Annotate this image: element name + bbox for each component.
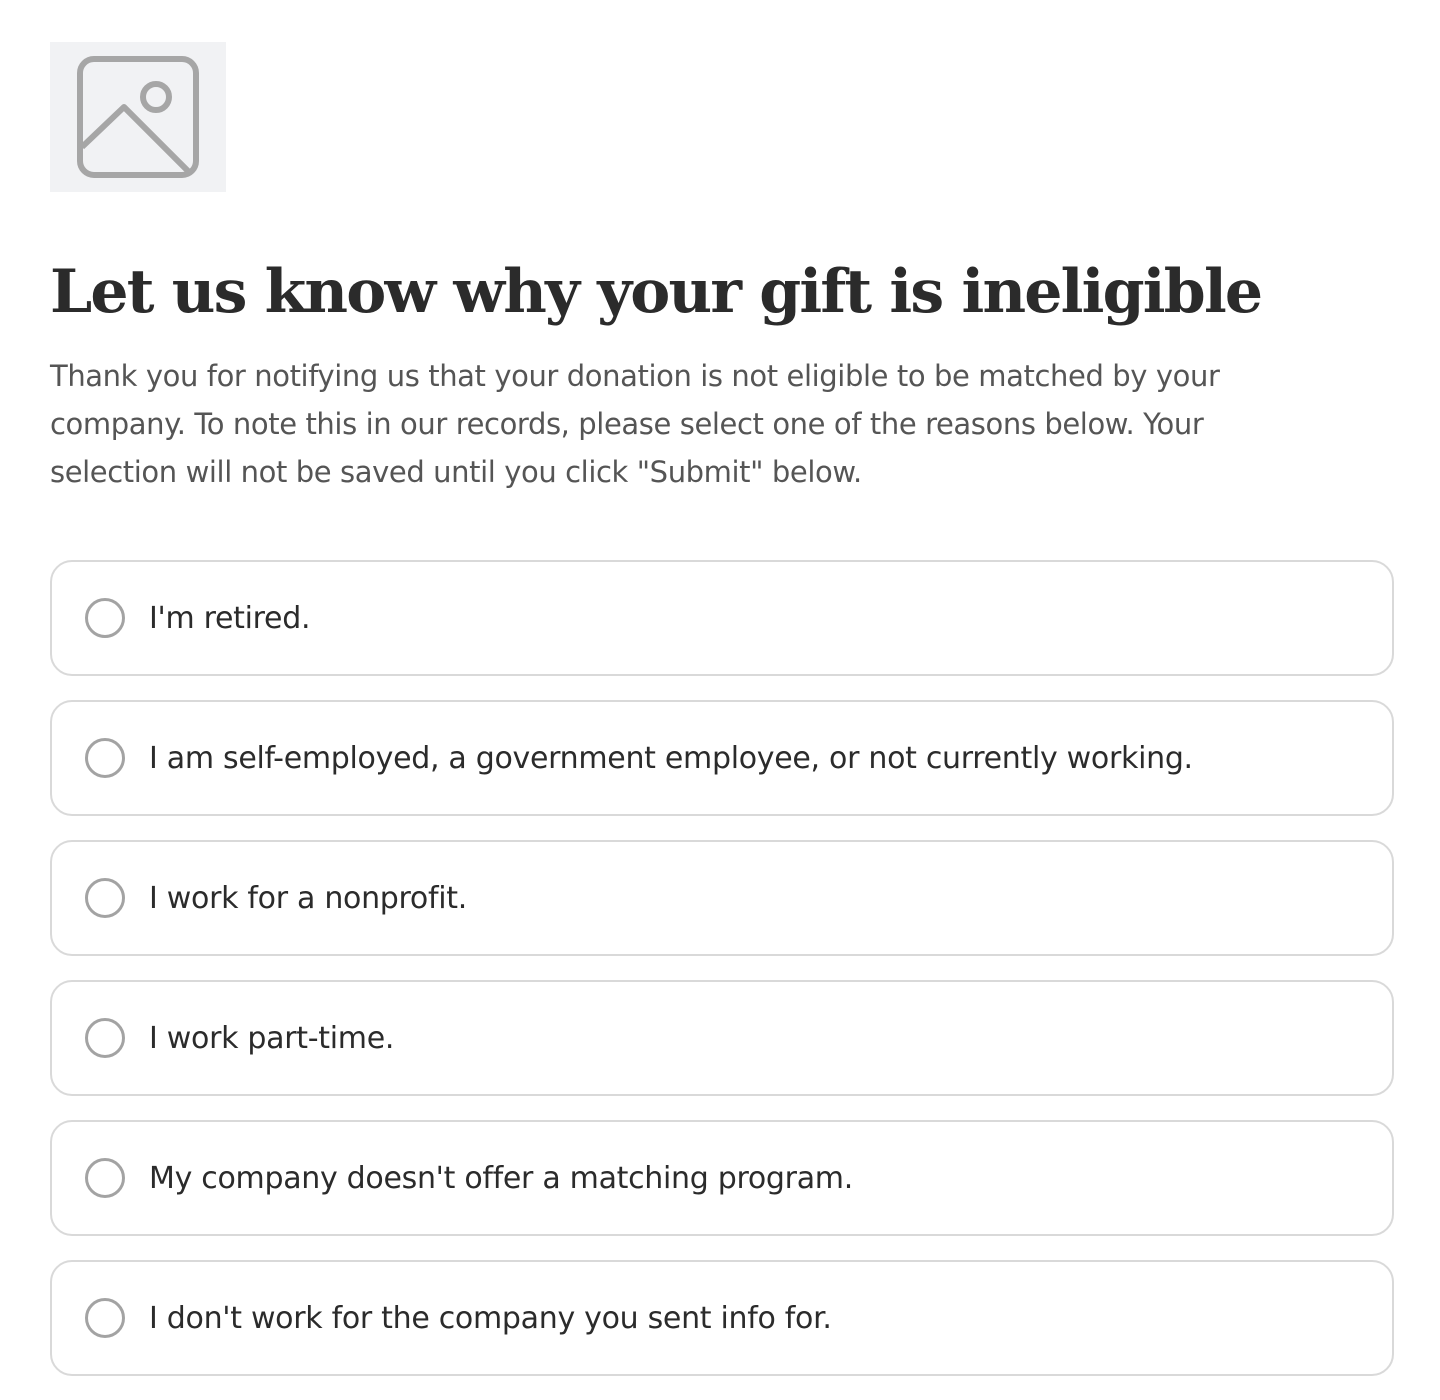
- page-title: Let us know why your gift is ineligible: [50, 257, 1263, 327]
- radio-button[interactable]: [85, 1158, 125, 1198]
- logo-placeholder: [50, 42, 226, 192]
- image-placeholder-icon: [77, 56, 199, 178]
- reason-label: I don't work for the company you sent in…: [149, 1300, 832, 1336]
- reason-label: I work part-time.: [149, 1020, 395, 1056]
- reason-option-part-time[interactable]: I work part-time.: [50, 980, 1394, 1096]
- radio-button[interactable]: [85, 1018, 125, 1058]
- reason-option-self-employed[interactable]: I am self-employed, a government employe…: [50, 700, 1394, 816]
- reason-label: My company doesn't offer a matching prog…: [149, 1160, 853, 1196]
- reason-option-wrong-company[interactable]: I don't work for the company you sent in…: [50, 1260, 1394, 1376]
- reason-label: I work for a nonprofit.: [149, 880, 467, 916]
- radio-button[interactable]: [85, 738, 125, 778]
- reason-label: I'm retired.: [149, 600, 311, 636]
- intro-text: Thank you for notifying us that your don…: [50, 359, 1220, 489]
- reason-option-nonprofit[interactable]: I work for a nonprofit.: [50, 840, 1394, 956]
- reason-options: I'm retired. I am self-employed, a gover…: [50, 560, 1394, 1400]
- radio-button[interactable]: [85, 878, 125, 918]
- reason-option-retired[interactable]: I'm retired.: [50, 560, 1394, 676]
- reason-label: I am self-employed, a government employe…: [149, 740, 1193, 776]
- radio-button[interactable]: [85, 1298, 125, 1338]
- radio-button[interactable]: [85, 598, 125, 638]
- reason-option-no-matching-program[interactable]: My company doesn't offer a matching prog…: [50, 1120, 1394, 1236]
